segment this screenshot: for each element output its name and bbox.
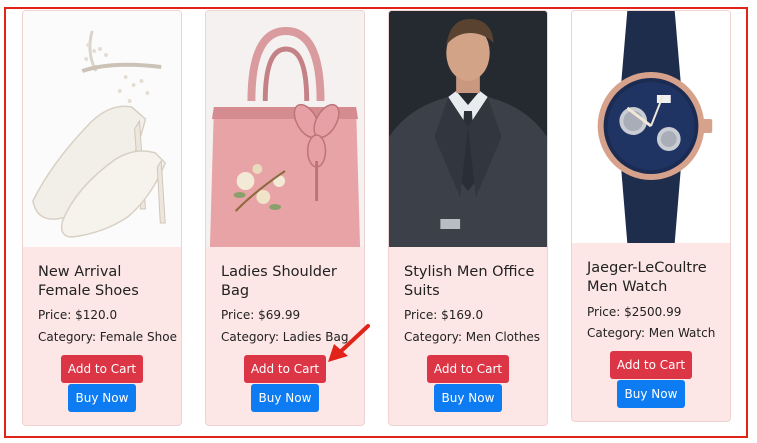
add-to-cart-button[interactable]: Add to Cart — [427, 355, 509, 383]
product-card-men-suits: Stylish Men Office Suits Price: $169.0 C… — [388, 10, 548, 426]
man-in-suit-image[interactable] — [389, 11, 547, 247]
product-price: Price: $2500.99 — [587, 305, 682, 319]
pink-handbag-image[interactable] — [206, 11, 364, 247]
product-name: Jaeger-LeCoultre Men Watch — [587, 260, 707, 295]
product-card-female-shoes: New Arrival Female Shoes Price: $120.0 C… — [22, 10, 182, 426]
product-name: Ladies Shoulder Bag — [221, 264, 337, 299]
add-to-cart-button[interactable]: Add to Cart — [610, 351, 692, 379]
red-arrow-icon — [328, 324, 370, 362]
buy-now-button[interactable]: Buy Now — [68, 384, 136, 412]
product-name: Stylish Men Office Suits — [404, 264, 535, 299]
buy-now-button[interactable]: Buy Now — [251, 384, 319, 412]
product-price: Price: $120.0 — [38, 308, 118, 322]
add-to-cart-button[interactable]: Add to Cart — [61, 355, 143, 383]
product-name: New Arrival Female Shoes — [38, 264, 139, 299]
product-price: Price: $69.99 — [221, 308, 301, 322]
product-category: Category: Men Clothes — [404, 330, 540, 344]
buy-now-button[interactable]: Buy Now — [617, 380, 685, 408]
product-card-men-watch: Jaeger-LeCoultre Men Watch Price: $2500.… — [571, 10, 731, 422]
product-category: Category: Female Shoe — [38, 330, 177, 344]
product-category: Category: Men Watch — [587, 326, 716, 340]
product-price: Price: $169.0 — [404, 308, 484, 322]
white-heels-image[interactable] — [23, 11, 181, 247]
wrist-watch-image[interactable] — [572, 11, 730, 243]
buy-now-button[interactable]: Buy Now — [434, 384, 502, 412]
add-to-cart-button[interactable]: Add to Cart — [244, 355, 326, 383]
